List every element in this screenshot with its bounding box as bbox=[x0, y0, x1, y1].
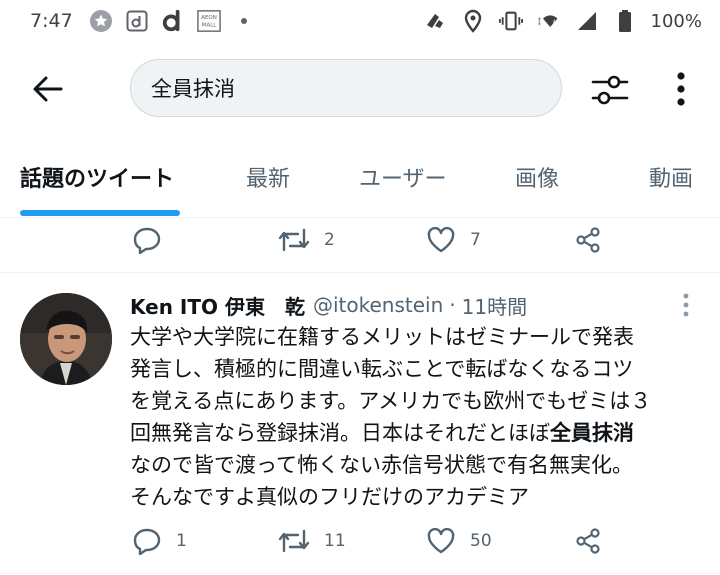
d-app-icon bbox=[125, 9, 149, 33]
tweet-timestamp[interactable]: 11時間 bbox=[462, 291, 527, 320]
share-icon bbox=[576, 528, 600, 554]
arrow-left-icon bbox=[33, 76, 63, 102]
author-handle[interactable]: @itokenstein bbox=[313, 293, 443, 317]
tweet-line-4: 回無発言なら登録抹消。日本はそれだとほぼ全員抹消 bbox=[130, 417, 710, 449]
location-icon bbox=[461, 9, 485, 33]
tab-latest[interactable]: 最新 bbox=[246, 136, 290, 218]
search-header: 全員抹消 bbox=[0, 42, 720, 136]
prev-retweet-count: 2 bbox=[324, 230, 335, 250]
svg-text:AEON: AEON bbox=[201, 15, 217, 21]
like-button[interactable]: 50 bbox=[426, 517, 492, 565]
like-count: 50 bbox=[470, 531, 492, 551]
more-vertical-icon bbox=[683, 293, 689, 317]
search-query: 全員抹消 bbox=[151, 77, 235, 101]
retweet-icon bbox=[278, 529, 310, 553]
tab-people[interactable]: ユーザー bbox=[359, 136, 447, 218]
wifi-icon: 4 bbox=[537, 9, 561, 33]
prev-retweet-button[interactable]: 2 bbox=[278, 216, 335, 264]
retweet-button[interactable]: 11 bbox=[278, 517, 346, 565]
nfc-icon bbox=[423, 9, 447, 33]
tweet-line-1: 大学や大学院に在籍するメリットはゼミナールで発表 bbox=[130, 325, 634, 349]
tweet-line-4-text: 回無発言なら登録抹消。日本はそれだとほぼ bbox=[130, 421, 550, 445]
tweet[interactable]: Ken ITO 伊東 乾 @itokenstein · 11時間 大学や大学院に… bbox=[0, 273, 720, 573]
retweet-icon bbox=[278, 228, 310, 252]
docomo-d-icon bbox=[161, 9, 185, 33]
reply-count: 1 bbox=[176, 531, 187, 551]
search-tabs: 話題のツイート 最新 ユーザー 画像 動画 bbox=[0, 136, 720, 218]
battery-icon bbox=[613, 9, 637, 33]
reply-icon bbox=[133, 227, 161, 254]
clock: 7:47 bbox=[30, 10, 73, 32]
battery-percent: 100% bbox=[650, 10, 702, 32]
aeon-mall-icon: AEON MALL bbox=[196, 9, 221, 33]
svg-text:MALL: MALL bbox=[201, 23, 217, 29]
tweet-more-button[interactable] bbox=[674, 291, 698, 319]
search-filter-button[interactable] bbox=[588, 70, 632, 110]
search-input[interactable]: 全員抹消 bbox=[130, 59, 562, 117]
tab-top[interactable]: 話題のツイート bbox=[20, 136, 174, 218]
search-term-highlight: 全員抹消 bbox=[550, 421, 634, 445]
tweet-line-6: そんなですよ真似のフリだけのアカデミア bbox=[130, 485, 529, 509]
prev-reply-button[interactable] bbox=[132, 216, 162, 264]
reply-icon bbox=[133, 528, 161, 555]
prev-like-button[interactable]: 7 bbox=[426, 216, 481, 264]
prev-tweet-actions: 2 7 bbox=[0, 216, 720, 264]
prev-like-count: 7 bbox=[470, 230, 481, 250]
tweet-line-3: を覚える点にあります。アメリカでも欧州でもゼミは３ bbox=[130, 389, 652, 413]
avatar[interactable] bbox=[20, 293, 112, 385]
vibrate-icon bbox=[498, 9, 523, 33]
prev-share-button[interactable] bbox=[574, 216, 602, 264]
tweet-actions: 1 11 50 bbox=[0, 517, 720, 565]
reply-button[interactable]: 1 bbox=[132, 517, 187, 565]
sliders-icon bbox=[591, 75, 629, 105]
tweet-body: 大学や大学院に在籍するメリットはゼミナールで発表 発言し、積極的に間違い転ぶこと… bbox=[130, 321, 710, 513]
back-button[interactable] bbox=[28, 70, 66, 108]
svg-text:4: 4 bbox=[552, 19, 555, 25]
system-icons: 4 100% bbox=[423, 9, 702, 33]
tab-photos[interactable]: 画像 bbox=[515, 136, 559, 218]
tweet-line-5: なので皆で渡って怖くない赤信号状態で有名無実化。 bbox=[130, 453, 633, 477]
dot-separator: · bbox=[449, 293, 456, 317]
tweet-header: Ken ITO 伊東 乾 @itokenstein · 11時間 bbox=[130, 287, 527, 323]
more-vertical-icon bbox=[677, 72, 685, 106]
retweet-count: 11 bbox=[324, 531, 346, 551]
status-bar: 7:47 AEON MALL 4 100% bbox=[0, 0, 720, 42]
star-badge-icon bbox=[89, 9, 113, 33]
notification-icons: AEON MALL bbox=[89, 9, 247, 33]
author-name[interactable]: Ken ITO 伊東 乾 bbox=[130, 291, 305, 320]
heart-icon bbox=[427, 226, 455, 253]
tab-videos[interactable]: 動画 bbox=[649, 136, 693, 218]
tweet-bottom-divider bbox=[0, 573, 720, 574]
tweet-line-2: 発言し、積極的に間違い転ぶことで転ばなくなるコツ bbox=[130, 357, 634, 381]
share-button[interactable] bbox=[574, 517, 602, 565]
more-notifications-dot bbox=[240, 18, 247, 24]
cell-signal-icon bbox=[575, 9, 599, 33]
heart-icon bbox=[427, 527, 455, 554]
overflow-menu-button[interactable] bbox=[666, 68, 696, 110]
share-icon bbox=[576, 227, 600, 253]
profile-photo bbox=[20, 293, 112, 385]
